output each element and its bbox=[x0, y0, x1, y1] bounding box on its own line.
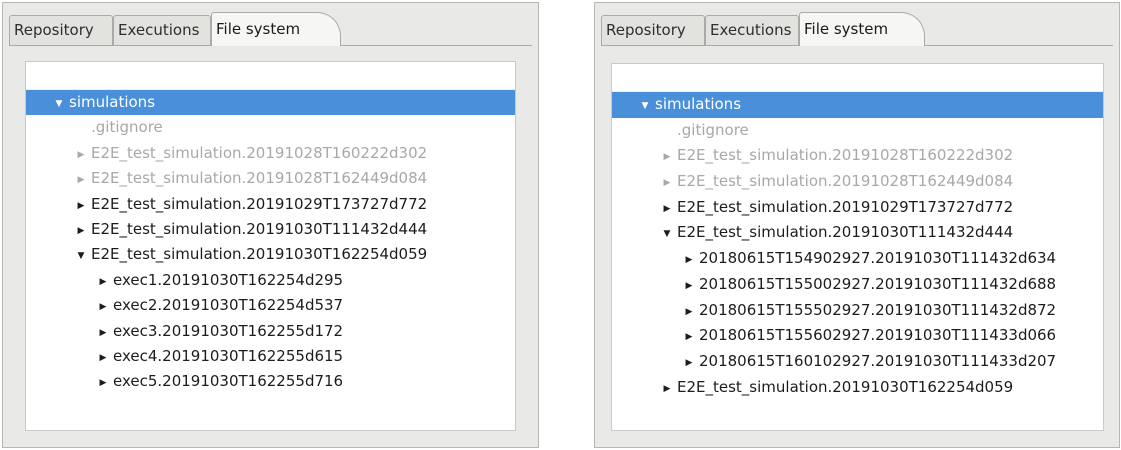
tree-row[interactable]: ▶ exec4.20191030T162255d615 bbox=[26, 344, 515, 369]
tree-row[interactable]: ▼ simulations bbox=[612, 92, 1103, 118]
collapse-arrow-icon[interactable]: ▼ bbox=[52, 92, 66, 117]
tree-item-label: E2E_test_simulation.20191028T162449d084 bbox=[91, 169, 428, 188]
tree-item-label: 20180615T155502927.20191030T111432d872 bbox=[699, 300, 1057, 319]
tree-row[interactable]: ▼ E2E_test_simulation.20191030T111432d444 bbox=[612, 220, 1103, 246]
tree-row[interactable]: ▶ 20180615T155502927.20191030T111432d872 bbox=[612, 298, 1103, 324]
file-tree[interactable]: ▼ simulations .gitignore ▶ E2E_test_simulati… bbox=[611, 63, 1104, 431]
collapse-arrow-icon[interactable]: ▼ bbox=[74, 244, 88, 269]
expand-arrow-icon[interactable]: ▶ bbox=[74, 168, 88, 193]
expand-arrow-icon[interactable]: ▶ bbox=[660, 145, 674, 171]
expand-arrow-icon[interactable]: ▶ bbox=[96, 346, 110, 371]
tab-executions[interactable]: Executions bbox=[113, 15, 211, 45]
tab-file-system[interactable]: File system bbox=[799, 12, 925, 46]
tree-row[interactable]: ▶ E2E_test_simulation.20191030T111432d444 bbox=[26, 217, 515, 242]
tree-item-label: .gitignore bbox=[91, 118, 163, 137]
tree-row[interactable]: ▶ 20180615T154902927.20191030T111432d634 bbox=[612, 246, 1103, 272]
file-tree[interactable]: ▼ simulations .gitignore ▶ E2E_test_simulati… bbox=[25, 61, 516, 431]
tree-item-label: simulations bbox=[69, 93, 156, 111]
tree-item-label: E2E_test_simulation.20191030T111432d444 bbox=[91, 219, 428, 238]
expand-arrow-icon[interactable]: ▶ bbox=[682, 351, 696, 377]
tree-row[interactable]: ▶ E2E_test_simulation.20191029T173727d772 bbox=[26, 192, 515, 217]
tree-item-label: exec3.20191030T162255d172 bbox=[113, 321, 344, 340]
collapse-arrow-icon[interactable]: ▼ bbox=[660, 222, 674, 248]
expand-arrow-icon[interactable]: ▶ bbox=[660, 377, 674, 403]
expand-arrow-icon[interactable]: ▶ bbox=[660, 171, 674, 197]
expand-arrow-icon[interactable]: ▶ bbox=[96, 321, 110, 346]
tree-row[interactable]: ▶ E2E_test_simulation.20191028T160222d302 bbox=[26, 141, 515, 166]
expand-arrow-icon[interactable]: ▶ bbox=[96, 295, 110, 320]
tree-item-label: E2E_test_simulation.20191028T162449d084 bbox=[677, 172, 1014, 191]
tab-executions[interactable]: Executions bbox=[705, 15, 799, 45]
tree-item-label: E2E_test_simulation.20191030T111432d444 bbox=[677, 223, 1014, 242]
tree-row[interactable]: ▶ E2E_test_simulation.20191028T162449d084 bbox=[612, 169, 1103, 195]
tree-item-label: E2E_test_simulation.20191030T162254d059 bbox=[91, 245, 428, 264]
tree-item-label: exec2.20191030T162254d537 bbox=[113, 296, 344, 315]
tree-item-label: E2E_test_simulation.20191029T173727d772 bbox=[91, 194, 428, 213]
expand-arrow-icon[interactable]: ▶ bbox=[682, 248, 696, 274]
tab-bar: Repository Executions File system bbox=[9, 9, 532, 46]
tree-item-label: E2E_test_simulation.20191028T160222d302 bbox=[91, 143, 428, 162]
expand-arrow-icon[interactable]: ▶ bbox=[96, 270, 110, 295]
expand-arrow-icon[interactable]: ▶ bbox=[682, 300, 696, 326]
file-browser-panel-right: Repository Executions File system ▼ simul… bbox=[594, 2, 1120, 448]
tree-item-label: 20180615T160102927.20191030T111433d207 bbox=[699, 351, 1057, 370]
tab-file-system[interactable]: File system bbox=[211, 12, 341, 46]
tree-item-label: E2E_test_simulation.20191030T162254d059 bbox=[677, 377, 1014, 396]
tree-row[interactable]: ▶ E2E_test_simulation.20191028T162449d084 bbox=[26, 166, 515, 191]
tree-row[interactable]: ▶ E2E_test_simulation.20191030T162254d059 bbox=[612, 375, 1103, 401]
tree-rows: ▼ simulations .gitignore ▶ E2E_test_simulati… bbox=[26, 90, 515, 395]
tree-item-label: E2E_test_simulation.20191029T173727d772 bbox=[677, 197, 1014, 216]
collapse-arrow-icon[interactable]: ▼ bbox=[638, 94, 652, 120]
tree-item-label: simulations bbox=[655, 95, 742, 113]
expand-arrow-icon[interactable]: ▶ bbox=[74, 194, 88, 219]
expand-arrow-icon[interactable]: ▶ bbox=[96, 371, 110, 396]
tree-filter-area[interactable] bbox=[612, 64, 1103, 92]
tree-row[interactable]: ▶ exec1.20191030T162254d295 bbox=[26, 268, 515, 293]
tree-row[interactable]: .gitignore bbox=[26, 115, 515, 140]
file-browser-panel-left: Repository Executions File system ▼ simul… bbox=[2, 2, 539, 448]
expand-arrow-icon[interactable]: ▶ bbox=[682, 325, 696, 351]
tree-row[interactable]: ▶ 20180615T160102927.20191030T111433d207 bbox=[612, 349, 1103, 375]
tree-filter-area[interactable] bbox=[26, 62, 515, 90]
expand-arrow-icon[interactable]: ▶ bbox=[74, 143, 88, 168]
tree-item-label: exec1.20191030T162254d295 bbox=[113, 270, 344, 289]
tree-row[interactable]: ▶ exec5.20191030T162255d716 bbox=[26, 369, 515, 394]
tree-row[interactable]: .gitignore bbox=[612, 118, 1103, 144]
tree-row[interactable]: ▼ E2E_test_simulation.20191030T162254d059 bbox=[26, 242, 515, 267]
tree-row[interactable]: ▶ E2E_test_simulation.20191028T160222d302 bbox=[612, 143, 1103, 169]
tree-item-label: E2E_test_simulation.20191028T160222d302 bbox=[677, 146, 1014, 165]
tree-item-label: exec4.20191030T162255d615 bbox=[113, 346, 344, 365]
tree-item-label: exec5.20191030T162255d716 bbox=[113, 372, 344, 391]
tree-row[interactable]: ▶ exec2.20191030T162254d537 bbox=[26, 293, 515, 318]
expand-arrow-icon[interactable]: ▶ bbox=[660, 197, 674, 223]
tree-item-label: .gitignore bbox=[677, 120, 749, 139]
tree-item-label: 20180615T155002927.20191030T111432d688 bbox=[699, 274, 1057, 293]
tree-row[interactable]: ▶ E2E_test_simulation.20191029T173727d772 bbox=[612, 195, 1103, 221]
tree-row[interactable]: ▼ simulations bbox=[26, 90, 515, 117]
tree-rows: ▼ simulations .gitignore ▶ E2E_test_simulati… bbox=[612, 92, 1103, 400]
tree-item-label: 20180615T155602927.20191030T111433d066 bbox=[699, 326, 1057, 345]
expand-arrow-icon[interactable]: ▶ bbox=[682, 274, 696, 300]
expand-arrow-icon[interactable]: ▶ bbox=[74, 219, 88, 244]
tree-row[interactable]: ▶ exec3.20191030T162255d172 bbox=[26, 319, 515, 344]
tab-repository[interactable]: Repository bbox=[601, 15, 705, 45]
tree-item-label: 20180615T154902927.20191030T111432d634 bbox=[699, 249, 1057, 268]
tree-row[interactable]: ▶ 20180615T155602927.20191030T111433d066 bbox=[612, 323, 1103, 349]
tree-row[interactable]: ▶ 20180615T155002927.20191030T111432d688 bbox=[612, 272, 1103, 298]
tab-repository[interactable]: Repository bbox=[9, 15, 113, 45]
tab-bar: Repository Executions File system bbox=[601, 9, 1113, 46]
